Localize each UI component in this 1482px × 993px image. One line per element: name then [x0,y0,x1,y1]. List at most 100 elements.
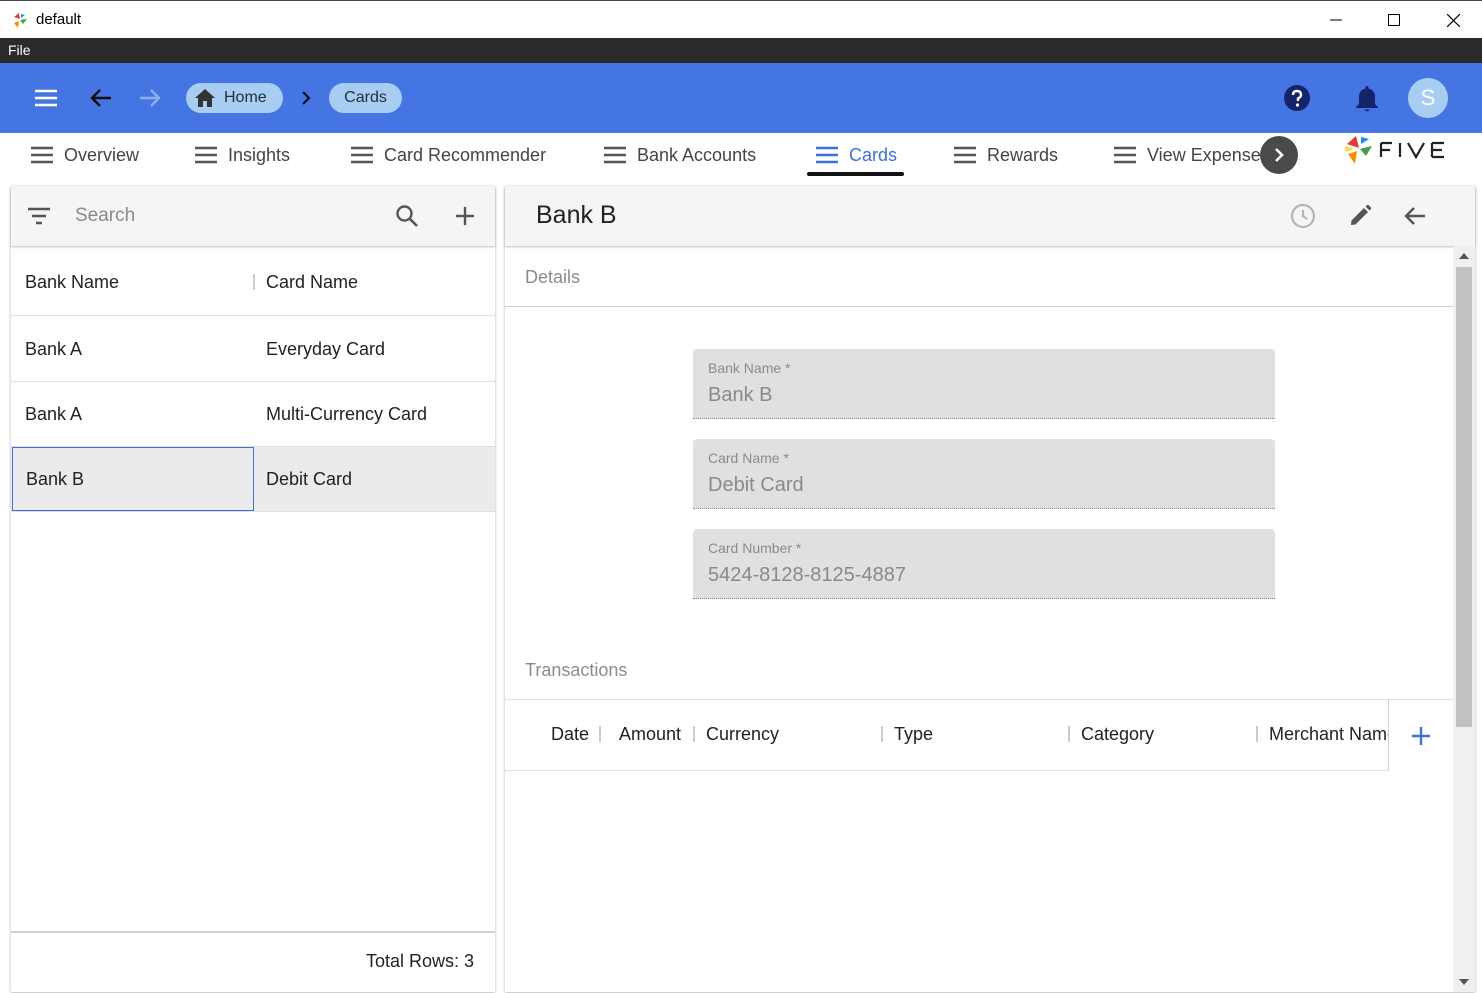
arrow-left-icon [90,89,111,107]
clock-icon [1290,203,1316,229]
total-rows: Total Rows: 3 [365,951,474,971]
tab-label: Bank Accounts [637,144,757,165]
maximize-button[interactable] [1365,1,1423,39]
tab-label: Insights [228,144,291,165]
tab-rewards[interactable]: Rewards [954,133,1058,177]
column-header-card-name[interactable]: Card Name [266,272,358,293]
user-avatar[interactable]: S [1408,78,1448,118]
tab-label: Cards [849,144,898,165]
tab-insights[interactable]: Insights [195,133,290,177]
scrollbar-thumb[interactable] [1456,267,1472,727]
active-tab-indicator [807,172,904,176]
help-icon [1284,85,1310,111]
field-value: Debit Card [708,474,804,496]
breadcrumb-home-label: Home [224,89,267,106]
column-header-amount[interactable]: Amount [619,724,681,745]
filter-button[interactable] [23,200,55,232]
list-footer: Total Rows: 3 [11,931,495,992]
details-divider [505,306,1453,307]
help-button[interactable] [1277,78,1317,118]
chevron-right-icon [1275,148,1284,162]
detail-title: Bank B [536,201,617,229]
tab-bank-accounts[interactable]: Bank Accounts [604,133,756,177]
cell-card-name[interactable]: Debit Card [266,447,352,511]
detail-header: Bank B [505,186,1475,246]
tab-overview[interactable]: Overview [31,133,139,177]
minimize-icon [1330,19,1342,21]
list-row-selected[interactable]: Bank B Debit Card [11,447,495,512]
detail-scrollbar[interactable] [1453,246,1475,992]
tab-label: Rewards [987,144,1059,165]
tab-view-expenses[interactable]: View Expenses [1114,133,1270,177]
column-resize-handle[interactable] [253,274,255,290]
scroll-down-icon[interactable] [1459,978,1469,986]
notifications-button[interactable] [1347,78,1387,118]
column-resize-handle[interactable] [881,726,883,742]
cell-bank-name[interactable]: Bank B [12,447,254,511]
hamburger-icon [1114,146,1136,164]
column-resize-handle[interactable] [693,726,695,742]
details-section-label: Details [525,267,581,287]
hamburger-icon [195,146,217,164]
field-value: Bank B [708,384,773,406]
close-icon [1446,13,1460,27]
card-name-field[interactable]: Card Name * Debit Card [693,439,1275,509]
tab-label: Card Recommender [384,144,547,165]
cards-list-panel: Bank Name Card Name Bank A Everyday Card… [11,186,495,992]
column-resize-handle[interactable] [599,726,601,742]
minimize-button[interactable] [1307,1,1365,39]
tab-label: Overview [64,144,140,165]
edit-button[interactable] [1344,200,1376,232]
list-row[interactable]: Bank A Multi-Currency Card [11,382,495,447]
column-header-currency[interactable]: Currency [706,724,779,745]
main-menu-button[interactable] [26,78,66,118]
column-header-category[interactable]: Category [1081,724,1154,745]
card-detail-panel: Bank B Details Bank Name * Bank B Card N… [505,186,1475,992]
column-resize-handle[interactable] [1256,726,1258,742]
column-header-bank-name[interactable]: Bank Name [25,272,119,293]
home-icon [195,89,215,107]
hamburger-icon [954,146,976,164]
bank-name-field[interactable]: Bank Name * Bank B [693,349,1275,419]
breadcrumb-home[interactable]: Home [186,83,283,113]
search-button[interactable] [391,200,423,232]
five-app-icon [14,13,27,28]
cell-bank-name[interactable]: Bank A [25,382,82,446]
app-bar: Home Cards S [0,63,1482,133]
scroll-up-icon[interactable] [1459,252,1469,260]
list-header: Bank Name Card Name [11,248,495,316]
hamburger-icon [351,146,373,164]
add-card-button[interactable] [449,200,481,232]
cell-card-name[interactable]: Everyday Card [266,317,385,381]
cell-bank-name[interactable]: Bank A [25,317,82,381]
breadcrumb-cards-label: Cards [344,89,387,106]
tabs-scroll-right-button[interactable] [1260,136,1298,174]
column-header-date[interactable]: Date [551,724,589,745]
search-input[interactable] [75,202,375,230]
plus-icon [1412,726,1430,745]
window-title: default [36,11,82,28]
add-transaction-button[interactable] [1388,700,1453,771]
forward-button[interactable] [130,78,170,118]
card-number-field[interactable]: Card Number * 5424-8128-8125-4887 [693,529,1275,599]
hamburger-icon [604,146,626,164]
column-header-merchant-name[interactable]: Merchant Name [1269,724,1397,745]
menu-file[interactable]: File [8,42,31,58]
menu-bar: File [0,38,1482,63]
history-button[interactable] [1287,200,1319,232]
column-header-type[interactable]: Type [894,724,933,745]
field-value: 5424-8128-8125-4887 [708,564,906,586]
breadcrumb-cards[interactable]: Cards [329,83,402,113]
field-label: Card Number * [708,540,802,556]
list-row[interactable]: Bank A Everyday Card [11,317,495,382]
tab-cards[interactable]: Cards [816,133,897,177]
cell-card-name[interactable]: Multi-Currency Card [266,382,427,446]
column-resize-handle[interactable] [1068,726,1070,742]
tab-card-recommender[interactable]: Card Recommender [351,133,546,177]
back-button[interactable] [81,78,121,118]
pencil-icon [1351,204,1372,225]
close-detail-button[interactable] [1399,200,1431,232]
close-window-button[interactable] [1424,1,1482,39]
arrow-left-icon [1404,207,1425,225]
hamburger-icon [816,146,838,164]
